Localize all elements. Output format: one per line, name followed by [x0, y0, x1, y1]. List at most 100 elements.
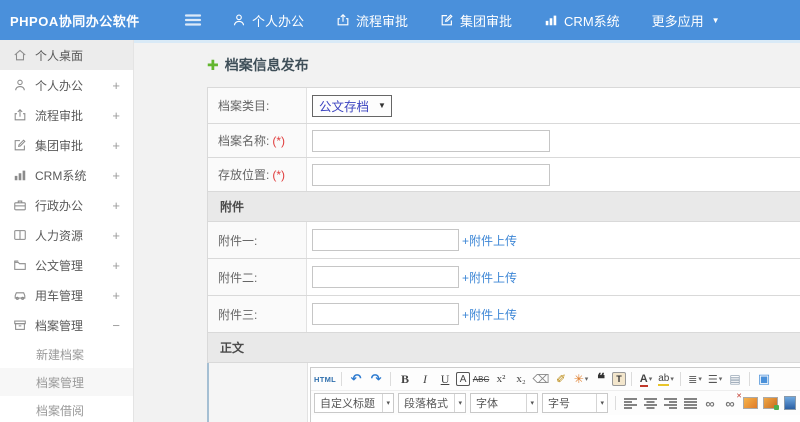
collapse-minus-icon[interactable]: −	[112, 319, 120, 332]
sidebar-item-crm-system[interactable]: CRM系统 +	[0, 160, 133, 190]
attachment-1-upload-link[interactable]: +附件上传	[462, 232, 517, 249]
attachment-3-label: 附件三:	[208, 296, 307, 332]
topnav-personal-office[interactable]: 个人办公	[232, 11, 304, 30]
topbar: PHPOA协同办公软件 个人办公 流程审批 集团审批 CRM系统 更多应用 ▼	[0, 0, 800, 40]
strikethrough-button[interactable]: ABC	[472, 370, 490, 388]
edit-square-icon	[13, 138, 27, 152]
italic-button[interactable]: I	[416, 370, 434, 388]
sidebar-item-document-management[interactable]: 公文管理 +	[0, 250, 133, 280]
editor-toolbar-row-2: 自定义标题 ▾ 段落格式 ▾ 字体 ▾ 字号 ▾ ∞ ∞ ✕	[311, 391, 800, 415]
toolbar-separator	[680, 372, 682, 386]
attachment-3-input[interactable]	[312, 303, 459, 325]
sidebar-subitem-archive-management[interactable]: 档案管理	[0, 368, 133, 396]
editor-toolbar-row-1: HTML ↶ ↷ B I U A ABC x² x₂ ⌫ ✐ ✳ ▾ ❝ T A…	[311, 368, 800, 391]
sidebar-subitem-new-archive[interactable]: 新建档案	[0, 340, 133, 368]
insert-document-button[interactable]: ▤	[726, 370, 744, 388]
paragraph-format-select[interactable]: 段落格式 ▾	[398, 393, 466, 413]
unlink-button[interactable]: ∞	[721, 392, 742, 412]
underline-button[interactable]: U	[436, 370, 454, 388]
paste-plain-text-button[interactable]: T	[612, 372, 627, 386]
html-source-button[interactable]: HTML	[314, 370, 336, 388]
form-row-attachment-2: 附件二: +附件上传	[208, 259, 800, 296]
highlight-color-button[interactable]: ab ▾	[657, 370, 675, 388]
font-color-button[interactable]: A ▾	[637, 370, 655, 388]
archive-box-icon	[13, 318, 27, 332]
redo-button[interactable]: ↷	[367, 370, 385, 388]
align-center-button[interactable]	[641, 394, 659, 412]
sidebar-item-human-resources[interactable]: 人力资源 +	[0, 220, 133, 250]
expand-plus-icon[interactable]: +	[112, 139, 120, 152]
sidebar-item-label: 个人桌面	[35, 48, 84, 63]
user-icon	[232, 13, 246, 27]
subscript-button[interactable]: x₂	[512, 370, 530, 388]
font-size-select[interactable]: 字号 ▾	[542, 393, 608, 413]
toolbar-separator	[631, 372, 633, 386]
custom-heading-select[interactable]: 自定义标题 ▾	[314, 393, 394, 413]
sidebar-item-workflow-approval[interactable]: 流程审批 +	[0, 100, 133, 130]
insert-link-button[interactable]: ∞	[701, 394, 719, 412]
sidebar-submenu-archive: 新建档案 档案管理 档案借阅	[0, 340, 133, 422]
sidebar-item-personal-office[interactable]: 个人办公 +	[0, 70, 133, 100]
topnav-more-apps[interactable]: 更多应用 ▼	[652, 11, 720, 30]
sidebar-subitem-archive-borrowing[interactable]: 档案借阅	[0, 396, 133, 422]
topnav-crm-system[interactable]: CRM系统	[544, 11, 620, 30]
expand-plus-icon[interactable]: +	[112, 289, 120, 302]
unordered-list-button[interactable]: ☰ ▾	[706, 370, 724, 388]
sidebar-item-archive-management[interactable]: 档案管理 −	[0, 310, 133, 340]
approval-share-icon	[336, 13, 350, 27]
blockquote-button[interactable]: ❝	[592, 370, 610, 388]
caret-down-icon: ▾	[698, 376, 702, 383]
sidebar-item-personal-desktop[interactable]: 个人桌面	[0, 40, 133, 70]
form-row-category: 档案类目: 公文存档 ▼	[208, 88, 800, 124]
insert-media-button[interactable]	[781, 394, 799, 412]
attachment-2-label: 附件二:	[208, 259, 307, 295]
screenshot-button[interactable]	[761, 394, 779, 412]
sidebar-item-vehicle-management[interactable]: 用车管理 +	[0, 280, 133, 310]
app-window: PHPOA协同办公软件 个人办公 流程审批 集团审批 CRM系统 更多应用 ▼ …	[0, 0, 800, 422]
fullscreen-preview-button[interactable]: ▣	[755, 370, 773, 388]
undo-button[interactable]: ↶	[347, 370, 365, 388]
ordered-list-button[interactable]: ≣ ▾	[686, 370, 704, 388]
media-icon	[784, 396, 796, 410]
top-navigation: 个人办公 流程审批 集团审批 CRM系统 更多应用 ▼	[232, 11, 720, 30]
rich-text-editor: HTML ↶ ↷ B I U A ABC x² x₂ ⌫ ✐ ✳ ▾ ❝ T A…	[310, 367, 800, 422]
expand-plus-icon[interactable]: +	[112, 199, 120, 212]
editor-content-area[interactable]	[311, 415, 800, 422]
expand-plus-icon[interactable]: +	[112, 79, 120, 92]
sidebar-item-label: 个人办公	[35, 78, 84, 93]
bold-button[interactable]: B	[396, 370, 414, 388]
align-justify-button[interactable]	[681, 394, 699, 412]
format-painter-button[interactable]: ✐	[552, 370, 570, 388]
attachments-section-header: 附件	[208, 192, 800, 222]
archive-name-input[interactable]	[312, 129, 550, 152]
expand-plus-icon[interactable]: +	[112, 259, 120, 272]
expand-plus-icon[interactable]: +	[112, 229, 120, 242]
align-right-button[interactable]	[661, 394, 679, 412]
font-family-select[interactable]: 字体 ▾	[470, 393, 538, 413]
expand-plus-icon[interactable]: +	[112, 169, 120, 182]
superscript-button[interactable]: x²	[492, 370, 510, 388]
sidebar-item-group-approval[interactable]: 集团审批 +	[0, 130, 133, 160]
hamburger-menu-icon[interactable]	[184, 13, 202, 27]
align-left-button[interactable]	[621, 394, 639, 412]
attachment-1-input[interactable]	[312, 229, 459, 251]
caret-down-icon: ▾	[670, 376, 674, 383]
expand-plus-icon[interactable]: +	[112, 109, 120, 122]
sidebar-item-admin-office[interactable]: 行政办公 +	[0, 190, 133, 220]
topnav-group-approval[interactable]: 集团审批	[440, 11, 512, 30]
approval-share-icon	[13, 108, 27, 122]
required-marker: (*)	[272, 167, 286, 182]
storage-location-input[interactable]	[312, 163, 550, 186]
attachment-2-input[interactable]	[312, 266, 459, 288]
quick-typeset-button[interactable]: ✳ ▾	[572, 370, 590, 388]
remove-format-eraser-button[interactable]: ⌫	[532, 370, 550, 388]
insert-image-button[interactable]	[741, 394, 759, 412]
attachment-3-upload-link[interactable]: +附件上传	[462, 306, 517, 323]
autotypeset-button[interactable]: A	[456, 372, 471, 386]
topnav-workflow-approval[interactable]: 流程审批	[336, 11, 408, 30]
attachment-2-upload-link[interactable]: +附件上传	[462, 269, 517, 286]
bar-chart-icon	[13, 168, 27, 182]
sidebar-item-label: CRM系统	[35, 168, 87, 183]
category-select[interactable]: 公文存档 ▼	[312, 94, 392, 117]
select-caret-icon: ▼	[378, 101, 386, 110]
